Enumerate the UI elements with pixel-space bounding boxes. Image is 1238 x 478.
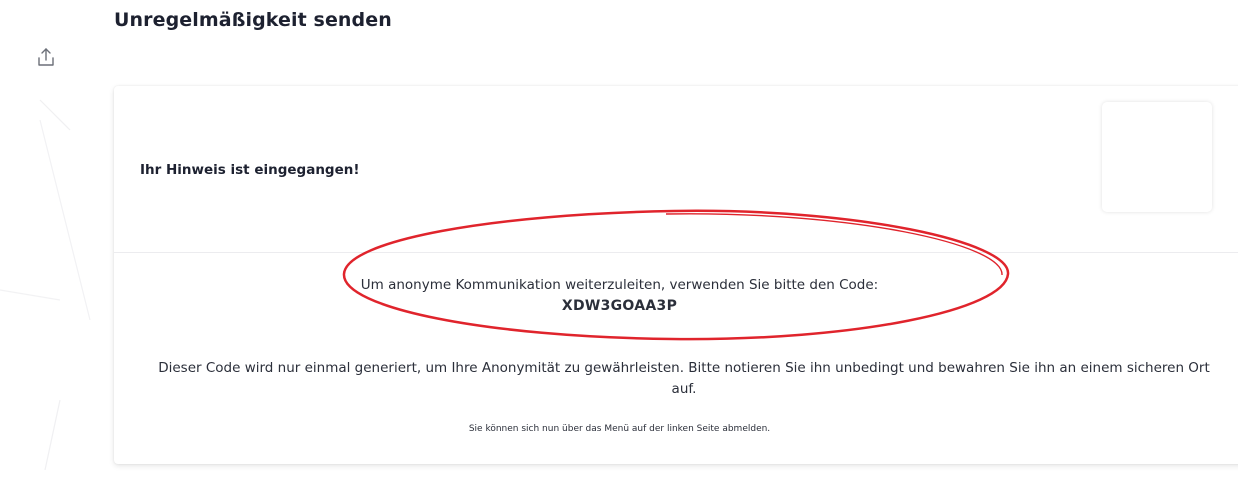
anonymous-code: XDW3GOAA3P <box>561 298 678 314</box>
code-notice: Dieser Code wird nur einmal generiert, u… <box>158 360 1210 397</box>
logout-hint: Sie können sich nun über das Menü auf de… <box>468 424 771 434</box>
highlight-ellipse <box>342 209 1010 341</box>
confirmation-card: Ihr Hinweis ist eingegangen! Um anonyme … <box>114 86 1238 464</box>
code-instruction: Um anonyme Kommunikation weiterzuleiten,… <box>360 277 879 293</box>
left-rail <box>0 0 95 478</box>
share-upload-icon[interactable] <box>36 46 56 68</box>
confirmation-message: Ihr Hinweis ist eingegangen! <box>140 162 360 178</box>
card-divider <box>114 252 1238 253</box>
page: Unregelmäßigkeit senden Ihr Hinweis ist … <box>0 0 1238 478</box>
page-title: Unregelmäßigkeit senden <box>114 9 392 31</box>
sidebar-decoration <box>0 99 91 471</box>
logo-placeholder <box>1102 102 1212 212</box>
